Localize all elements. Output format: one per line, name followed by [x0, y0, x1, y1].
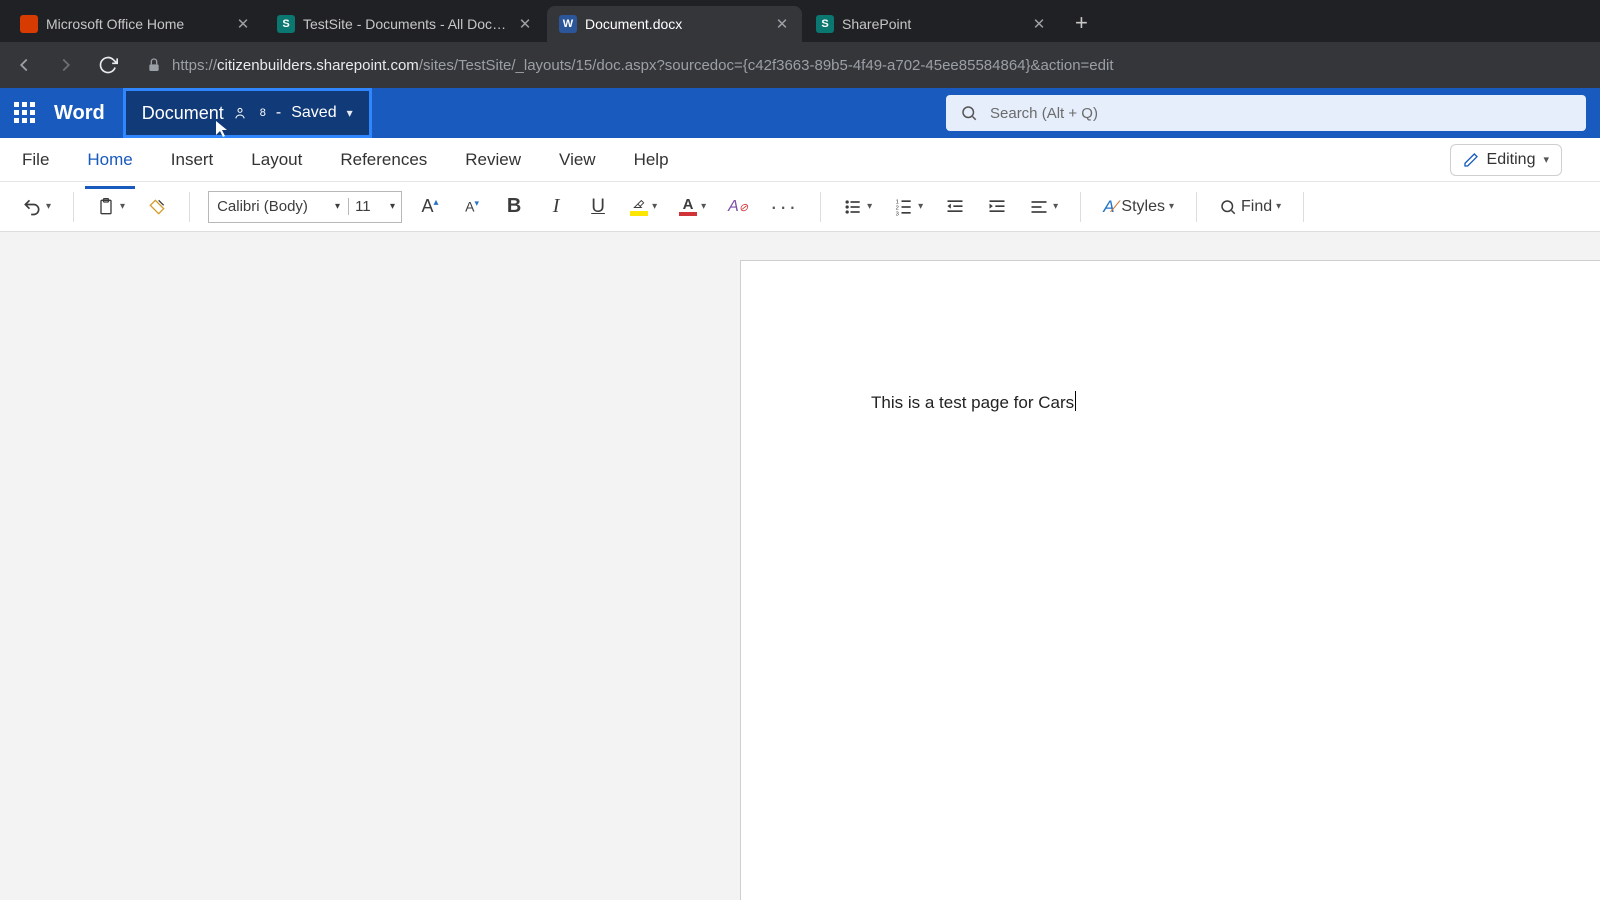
paste-button[interactable]: [92, 191, 129, 223]
separator: [1196, 192, 1197, 222]
font-size-select[interactable]: 11 ▾: [349, 198, 401, 215]
tab-title: Microsoft Office Home: [46, 16, 227, 32]
font-size-value: 11: [355, 198, 371, 215]
browser-tab-active[interactable]: W Document.docx ✕: [547, 6, 802, 42]
ribbon-tabs: File Home Insert Layout References Revie…: [0, 138, 1600, 182]
tab-help[interactable]: Help: [632, 144, 671, 176]
chevron-down-icon: ▾: [390, 201, 395, 212]
reload-button[interactable]: [94, 51, 122, 79]
search-placeholder: Search (Alt + Q): [990, 105, 1098, 122]
highlighter-icon: [631, 197, 647, 211]
underline-button[interactable]: U: [584, 191, 612, 223]
separator: -: [276, 104, 281, 122]
browser-tab[interactable]: S TestSite - Documents - All Docum ✕: [265, 6, 545, 42]
increase-indent-button[interactable]: [983, 191, 1011, 223]
italic-button[interactable]: I: [542, 191, 570, 223]
collaborator-count: 8: [260, 107, 266, 119]
shrink-font-button[interactable]: A▾: [458, 191, 486, 223]
svg-text:3: 3: [896, 211, 899, 217]
close-icon[interactable]: ✕: [1031, 15, 1047, 33]
browser-tab[interactable]: S SharePoint ✕: [804, 6, 1059, 42]
chevron-down-icon: ▾: [335, 201, 340, 212]
indent-icon: [987, 197, 1007, 217]
tab-title: TestSite - Documents - All Docum: [303, 16, 509, 32]
tab-references[interactable]: References: [338, 144, 429, 176]
url-text: https://citizenbuilders.sharepoint.com/s…: [172, 57, 1114, 74]
editing-mode-label: Editing: [1487, 151, 1536, 169]
separator: [820, 192, 821, 222]
close-icon[interactable]: ✕: [774, 15, 790, 33]
format-painter-button[interactable]: [143, 191, 171, 223]
tab-title: Document.docx: [585, 16, 766, 32]
search-input[interactable]: Search (Alt + Q): [946, 95, 1586, 131]
bullets-icon: [843, 197, 863, 217]
numbering-icon: 123: [894, 197, 914, 217]
chevron-down-icon: ▾: [347, 106, 353, 120]
cursor-icon: [214, 119, 230, 139]
separator: [1080, 192, 1081, 222]
font-name-select[interactable]: Calibri (Body) ▾: [209, 198, 349, 215]
separator: [189, 192, 190, 222]
save-status: Saved: [291, 104, 336, 122]
sharepoint-icon: S: [816, 15, 834, 33]
bullets-button[interactable]: [839, 191, 876, 223]
back-button[interactable]: [10, 51, 38, 79]
browser-toolbar: https://citizenbuilders.sharepoint.com/s…: [0, 42, 1600, 88]
separator: [73, 192, 74, 222]
app-brand: Word: [54, 102, 105, 125]
chevron-down-icon: ▾: [1543, 153, 1549, 166]
document-body-text[interactable]: This is a test page for Cars: [871, 393, 1074, 412]
tab-insert[interactable]: Insert: [169, 144, 216, 176]
share-indicator-icon: [234, 105, 250, 121]
separator: [1303, 192, 1304, 222]
search-icon: [1219, 198, 1237, 216]
font-name-value: Calibri (Body): [217, 198, 308, 215]
document-canvas[interactable]: This is a test page for Cars: [0, 232, 1600, 900]
sharepoint-icon: S: [277, 15, 295, 33]
numbering-button[interactable]: 123: [890, 191, 927, 223]
tab-title: SharePoint: [842, 16, 1023, 32]
find-label: Find: [1241, 198, 1272, 216]
browser-tab-strip: Microsoft Office Home ✕ S TestSite - Doc…: [0, 0, 1600, 42]
office-icon: [20, 15, 38, 33]
text-caret: [1075, 391, 1076, 411]
more-formatting-button[interactable]: ···: [766, 191, 802, 223]
tab-review[interactable]: Review: [463, 144, 523, 176]
grow-font-button[interactable]: A▴: [416, 191, 444, 223]
bold-button[interactable]: B: [500, 191, 528, 223]
decrease-indent-button[interactable]: [941, 191, 969, 223]
pencil-icon: [1463, 152, 1479, 168]
document-name: Document: [142, 103, 224, 124]
font-color-button[interactable]: A: [675, 191, 710, 223]
document-page[interactable]: This is a test page for Cars: [740, 260, 1600, 900]
browser-tab[interactable]: Microsoft Office Home ✕: [8, 6, 263, 42]
find-button[interactable]: Find: [1215, 191, 1285, 223]
clear-formatting-button[interactable]: A⊘: [724, 191, 752, 223]
forward-button[interactable]: [52, 51, 80, 79]
tab-home[interactable]: Home: [85, 144, 134, 176]
document-title-button[interactable]: Document 8 - Saved ▾: [123, 88, 372, 138]
align-button[interactable]: [1025, 191, 1062, 223]
highlight-button[interactable]: [626, 191, 661, 223]
close-icon[interactable]: ✕: [235, 15, 251, 33]
app-header: Word Document 8 - Saved ▾ Search (Alt + …: [0, 88, 1600, 138]
app-launcher-icon[interactable]: [14, 102, 36, 124]
ribbon-toolbar: Calibri (Body) ▾ 11 ▾ A▴ A▾ B I U A A⊘ ·…: [0, 182, 1600, 232]
outdent-icon: [945, 197, 965, 217]
new-tab-button[interactable]: +: [1061, 10, 1102, 42]
styles-label: Styles: [1121, 198, 1165, 216]
styles-button[interactable]: A⁄ Styles: [1099, 191, 1178, 223]
font-controls: Calibri (Body) ▾ 11 ▾: [208, 191, 402, 223]
tab-view[interactable]: View: [557, 144, 598, 176]
address-bar[interactable]: https://citizenbuilders.sharepoint.com/s…: [136, 57, 1590, 74]
search-icon: [960, 104, 978, 122]
undo-button[interactable]: [18, 191, 55, 223]
lock-icon: [146, 57, 162, 73]
close-icon[interactable]: ✕: [517, 15, 533, 33]
tab-file[interactable]: File: [20, 144, 51, 176]
editing-mode-button[interactable]: Editing ▾: [1450, 144, 1562, 176]
align-icon: [1029, 197, 1049, 217]
word-icon: W: [559, 15, 577, 33]
tab-layout[interactable]: Layout: [249, 144, 304, 176]
